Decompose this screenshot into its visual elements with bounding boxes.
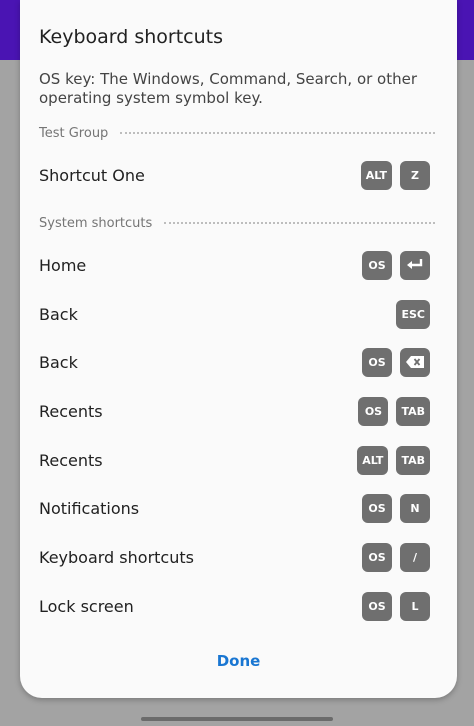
key-os: OS: [362, 591, 392, 621]
shortcut-label: Recents: [39, 450, 103, 470]
os-key-note: OS key: The Windows, Command, Search, or…: [39, 70, 418, 107]
key-alt: ALT: [360, 160, 392, 190]
shortcut-label: Back: [39, 304, 78, 324]
key-os: OS: [362, 250, 392, 280]
key-z: Z: [400, 160, 430, 190]
key-os: OS: [358, 396, 389, 426]
shortcut-label: Lock screen: [39, 596, 134, 616]
shortcut-keys: OS: [362, 347, 430, 377]
shortcut-label: Keyboard shortcuts: [39, 547, 194, 567]
shortcut-keys: ALT TAB: [357, 445, 430, 475]
shortcut-row-back-backspace: Back OS: [39, 346, 430, 378]
enter-icon: [400, 250, 430, 280]
shortcut-keys: OS L: [362, 591, 430, 621]
shortcut-keys: ESC: [396, 299, 430, 329]
key-alt: ALT: [357, 445, 389, 475]
keyboard-shortcuts-dialog: Keyboard shortcuts OS key: The Windows, …: [20, 0, 457, 698]
key-n: N: [400, 493, 430, 523]
key-os: OS: [362, 347, 392, 377]
shortcut-row-notifications: Notifications OS N: [39, 492, 430, 524]
shortcut-keys: OS: [362, 250, 430, 280]
shortcut-keys: ALT Z: [360, 160, 430, 190]
shortcut-row-recents-os-tab: Recents OS TAB: [39, 395, 430, 427]
key-l: L: [400, 591, 430, 621]
dialog-title: Keyboard shortcuts: [39, 26, 224, 48]
shortcut-row-lock-screen: Lock screen OS L: [39, 590, 430, 622]
navigation-handle[interactable]: [141, 717, 333, 721]
group-header-system-shortcuts: System shortcuts: [39, 213, 435, 233]
shortcut-label: Shortcut One: [39, 165, 145, 185]
shortcut-label: Home: [39, 255, 87, 275]
group-divider: [120, 132, 435, 134]
done-button[interactable]: Done: [20, 652, 457, 670]
shortcut-label: Notifications: [39, 498, 140, 518]
group-divider: [164, 222, 435, 224]
shortcut-keys: OS /: [362, 542, 430, 572]
key-tab: TAB: [396, 445, 430, 475]
backspace-icon: [400, 347, 430, 377]
group-title: Test Group: [39, 125, 109, 141]
shortcut-row-home: Home OS: [39, 249, 430, 281]
shortcut-row-back-esc: Back ESC: [39, 298, 430, 330]
key-os: OS: [362, 493, 392, 523]
shortcut-row-shortcut-one: Shortcut One ALT Z: [39, 159, 430, 191]
key-tab: TAB: [396, 396, 430, 426]
group-header-test-group: Test Group: [39, 123, 435, 143]
key-slash: /: [400, 542, 430, 572]
shortcut-keys: OS N: [362, 493, 430, 523]
group-title: System shortcuts: [39, 215, 153, 231]
shortcut-label: Recents: [39, 401, 103, 421]
shortcut-label: Back: [39, 352, 78, 372]
shortcut-row-recents-alt-tab: Recents ALT TAB: [39, 444, 430, 476]
key-esc: ESC: [396, 299, 430, 329]
shortcut-row-keyboard-shortcuts: Keyboard shortcuts OS /: [39, 541, 430, 573]
key-os: OS: [362, 542, 392, 572]
shortcut-keys: OS TAB: [358, 396, 430, 426]
